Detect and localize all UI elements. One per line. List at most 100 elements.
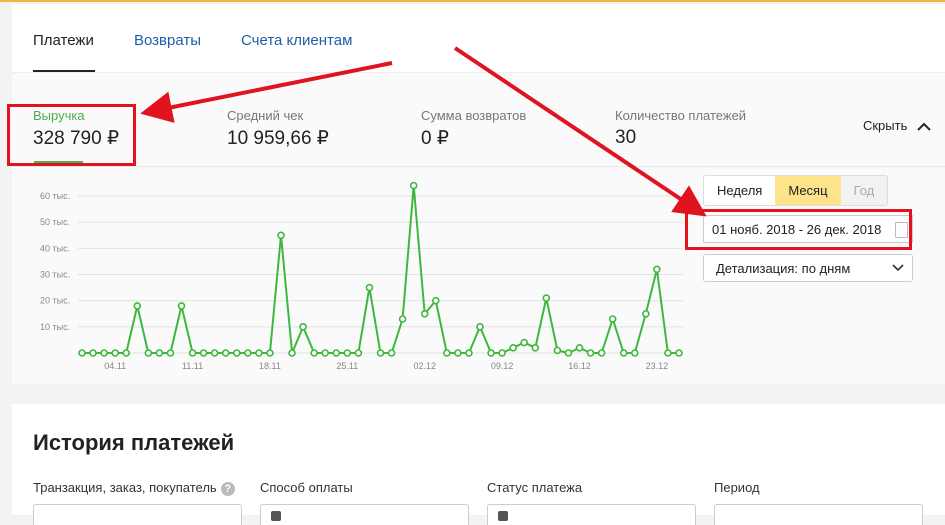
metric-label: Количество платежей bbox=[615, 108, 747, 123]
y-tick-label: 60 тыс. bbox=[40, 191, 70, 201]
data-point[interactable] bbox=[431, 296, 440, 305]
filter-label-payment-method: Способ оплаты bbox=[260, 480, 353, 495]
data-point[interactable] bbox=[144, 349, 153, 357]
data-point[interactable] bbox=[210, 349, 219, 357]
x-tick-label: 18.11 bbox=[259, 361, 281, 371]
data-point[interactable] bbox=[166, 349, 175, 357]
x-tick-label: 04.11 bbox=[104, 361, 126, 371]
y-tick-label: 50 тыс. bbox=[40, 217, 70, 227]
period-switcher: Неделя Месяц Год bbox=[703, 175, 889, 206]
data-point[interactable] bbox=[608, 315, 617, 323]
select-knob-icon bbox=[498, 511, 508, 521]
y-tick-label: 20 тыс. bbox=[40, 296, 70, 306]
select-knob-icon bbox=[271, 511, 281, 521]
data-point[interactable] bbox=[619, 349, 628, 357]
data-point[interactable] bbox=[575, 343, 584, 352]
data-point[interactable] bbox=[630, 349, 639, 357]
data-point[interactable] bbox=[664, 349, 672, 357]
detail-select[interactable]: Детализация: по дням bbox=[703, 254, 913, 282]
hide-button[interactable]: Скрыть bbox=[863, 118, 931, 133]
data-point[interactable] bbox=[177, 302, 186, 310]
data-point[interactable] bbox=[542, 294, 551, 302]
data-point[interactable] bbox=[476, 323, 484, 331]
data-point[interactable] bbox=[498, 349, 506, 357]
x-tick-label: 02.12 bbox=[413, 361, 436, 371]
data-point[interactable] bbox=[155, 349, 164, 357]
filter-label-transaction: Транзакция, заказ, покупатель? bbox=[33, 480, 235, 496]
revenue-series-line bbox=[82, 185, 679, 355]
hide-label: Скрыть bbox=[862, 118, 908, 133]
data-point[interactable] bbox=[232, 349, 241, 357]
data-point[interactable] bbox=[443, 349, 451, 357]
data-point[interactable] bbox=[277, 231, 285, 240]
data-point[interactable] bbox=[509, 343, 517, 352]
y-tick-label: 30 тыс. bbox=[40, 270, 70, 280]
filter-label-text: Транзакция, заказ, покупатель bbox=[33, 480, 217, 495]
data-point[interactable] bbox=[531, 343, 540, 352]
filter-label-period: Период bbox=[714, 480, 760, 495]
tab-refunds[interactable]: Возвраты bbox=[134, 32, 201, 49]
x-tick-label: 25.11 bbox=[336, 361, 358, 371]
tab-invoices[interactable]: Счета клиентам bbox=[241, 32, 352, 49]
data-point[interactable] bbox=[487, 349, 495, 357]
data-point[interactable] bbox=[122, 349, 131, 357]
annotation-box-revenue bbox=[7, 104, 136, 166]
data-point[interactable] bbox=[365, 283, 374, 292]
data-point[interactable] bbox=[332, 349, 341, 357]
data-point[interactable] bbox=[133, 302, 142, 310]
data-point[interactable] bbox=[597, 349, 606, 357]
data-point[interactable] bbox=[376, 349, 385, 357]
metric-payments-count[interactable]: Количество платежей 30 bbox=[615, 108, 746, 149]
history-card: История платежей Транзакция, заказ, поку… bbox=[12, 404, 945, 525]
data-point[interactable] bbox=[244, 349, 252, 357]
data-point[interactable] bbox=[321, 349, 330, 357]
chevron-down-icon bbox=[892, 264, 904, 272]
data-point[interactable] bbox=[398, 315, 407, 323]
annotation-box-date-range bbox=[685, 209, 912, 250]
data-point[interactable] bbox=[100, 349, 108, 357]
data-point[interactable] bbox=[387, 349, 396, 357]
data-point[interactable] bbox=[89, 349, 97, 357]
data-point[interactable] bbox=[310, 349, 318, 357]
data-point[interactable] bbox=[354, 349, 363, 357]
data-point[interactable] bbox=[288, 349, 296, 357]
tab-bar: Платежи Возвраты Счета клиентам bbox=[12, 4, 945, 73]
data-point[interactable] bbox=[78, 349, 86, 357]
x-tick-label: 09.12 bbox=[491, 361, 514, 371]
data-point[interactable] bbox=[255, 349, 263, 357]
data-point[interactable] bbox=[343, 349, 352, 357]
period-month-button[interactable]: Месяц bbox=[775, 176, 841, 205]
data-point[interactable] bbox=[199, 349, 208, 357]
data-point[interactable] bbox=[465, 349, 473, 357]
data-point[interactable] bbox=[111, 349, 119, 357]
metric-refunds-sum[interactable]: Сумма возвратов 0 ₽ bbox=[421, 108, 526, 150]
help-icon[interactable]: ? bbox=[220, 481, 235, 496]
data-point[interactable] bbox=[454, 349, 462, 357]
filter-label-payment-status: Статус платежа bbox=[487, 480, 583, 495]
data-point[interactable] bbox=[675, 349, 683, 357]
data-point[interactable] bbox=[553, 346, 562, 355]
data-point[interactable] bbox=[520, 338, 529, 347]
y-tick-label: 10 тыс. bbox=[40, 322, 70, 332]
data-point[interactable] bbox=[299, 323, 307, 331]
period-week-button[interactable]: Неделя bbox=[704, 176, 775, 205]
data-point[interactable] bbox=[653, 265, 661, 274]
x-tick-label: 11.11 bbox=[182, 361, 203, 371]
metric-value: 10 959,66 ₽ bbox=[227, 128, 329, 149]
tab-payments[interactable]: Платежи bbox=[33, 32, 94, 49]
data-point[interactable] bbox=[586, 349, 595, 357]
data-point[interactable] bbox=[266, 349, 274, 357]
chevron-up-icon bbox=[917, 122, 931, 131]
period-year-button: Год bbox=[840, 176, 888, 205]
data-point[interactable] bbox=[188, 349, 197, 357]
data-point[interactable] bbox=[564, 349, 573, 357]
metrics-panel: Выручка 328 790 ₽ Средний чек 10 959,66 … bbox=[12, 73, 945, 167]
data-point[interactable] bbox=[642, 309, 650, 318]
x-tick-label: 16.12 bbox=[568, 361, 591, 371]
top-accent-line bbox=[0, 0, 945, 2]
metric-value: 30 bbox=[615, 127, 637, 148]
data-point[interactable] bbox=[409, 181, 418, 190]
data-point[interactable] bbox=[420, 309, 429, 318]
data-point[interactable] bbox=[221, 349, 230, 357]
metric-average-check[interactable]: Средний чек 10 959,66 ₽ bbox=[227, 108, 329, 150]
